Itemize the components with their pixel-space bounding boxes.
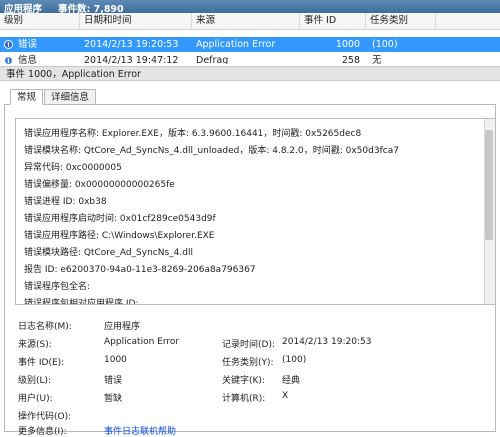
- keywords-label: 关键字(K):: [222, 376, 265, 386]
- message-line: 错误程序包全名:: [24, 282, 91, 292]
- user-value: 暂缺: [104, 394, 123, 404]
- column-header-source[interactable]: 来源: [192, 13, 300, 29]
- online-help-link[interactable]: 事件日志联机帮助: [104, 424, 176, 437]
- message-line: 错误偏移量: 0x00000000000265fe: [24, 180, 175, 190]
- message-line: 错误进程 ID: 0xb38: [24, 197, 107, 207]
- event-category: (100): [372, 39, 398, 50]
- log-name-value: 应用程序: [104, 322, 141, 332]
- user-label: 用户(U):: [18, 394, 53, 404]
- source-label: 来源(S):: [18, 340, 52, 350]
- event-list-column-headers: 级别 日期和时间 来源 事件 ID 任务类别: [0, 13, 500, 30]
- event-level: 信息: [18, 55, 38, 64]
- logged-label: 记录时间(D):: [222, 340, 275, 350]
- info-icon: i: [4, 56, 13, 64]
- more-info-label: 更多信息(I):: [18, 427, 67, 437]
- tab-details[interactable]: 详细信息: [44, 89, 97, 105]
- event-datetime: 2014/2/13 19:47:12: [84, 55, 179, 64]
- keywords-value: 经典: [282, 376, 301, 386]
- computer-value: X: [282, 391, 289, 401]
- opcode-label: 操作代码(O):: [18, 412, 72, 422]
- level-label: 级别(L):: [18, 376, 52, 386]
- message-line: 错误应用程序路径: C:\Windows\Explorer.EXE: [24, 231, 215, 241]
- task-category-label: 任务类别(Y):: [222, 358, 274, 368]
- event-id-label: 事件 ID(E):: [18, 358, 65, 368]
- message-line: 错误模块名称: QtCore_Ad_SyncNs_4.dll_unloaded，…: [24, 146, 399, 156]
- message-line: 错误程序包相对应用程序 ID:: [24, 299, 139, 305]
- event-id-value: 1000: [104, 355, 127, 365]
- event-row[interactable]: i 信息 2014/2/13 19:47:12 Defrag 258 无: [0, 53, 500, 64]
- event-category: 无: [372, 55, 382, 64]
- tab-general[interactable]: 常规: [10, 89, 44, 105]
- logged-value: 2014/2/13 19:20:53: [282, 337, 372, 347]
- source-value: Application Error: [104, 337, 180, 347]
- event-id: 258: [341, 55, 360, 64]
- event-level: 错误: [18, 39, 38, 50]
- event-datetime: 2014/2/13 19:20:53: [84, 39, 179, 50]
- log-name-label: 日志名称(M):: [18, 322, 72, 332]
- event-message-box[interactable]: 错误应用程序名称: Explorer.EXE，版本: 6.3.9600.1644…: [15, 118, 495, 305]
- message-scrollbar-thumb[interactable]: [485, 130, 493, 240]
- log-header-bar: 应用程序 事件数: 7,890: [0, 0, 500, 15]
- level-value: 错误: [104, 376, 123, 386]
- message-line: 异常代码: 0xc0000005: [24, 163, 122, 173]
- computer-label: 计算机(R):: [222, 394, 266, 404]
- event-detail-title: 事件 1000，Application Error: [0, 66, 500, 81]
- column-header-level[interactable]: 级别: [0, 13, 80, 29]
- task-category-value: (100): [282, 355, 307, 365]
- message-line: 错误模块路径: QtCore_Ad_SyncNs_4.dll: [24, 248, 193, 258]
- event-row-selected[interactable]: ! 错误 2014/2/13 19:20:53 Application Erro…: [0, 37, 500, 52]
- column-header-datetime[interactable]: 日期和时间: [80, 13, 192, 29]
- column-header-event-id[interactable]: 事件 ID: [300, 13, 366, 29]
- message-line: 错误应用程序名称: Explorer.EXE，版本: 6.3.9600.1644…: [24, 129, 362, 139]
- error-icon: !: [4, 40, 13, 49]
- event-source: Defrag: [196, 55, 229, 64]
- message-line: 错误应用程序启动时间: 0x01cf289ce0543d9f: [24, 214, 216, 224]
- event-source: Application Error: [196, 39, 276, 50]
- column-header-category[interactable]: 任务类别: [366, 13, 436, 29]
- event-id: 1000: [335, 39, 360, 50]
- message-line: 报告 ID: e6200370-94a0-11e3-8269-206a8a796…: [24, 265, 256, 275]
